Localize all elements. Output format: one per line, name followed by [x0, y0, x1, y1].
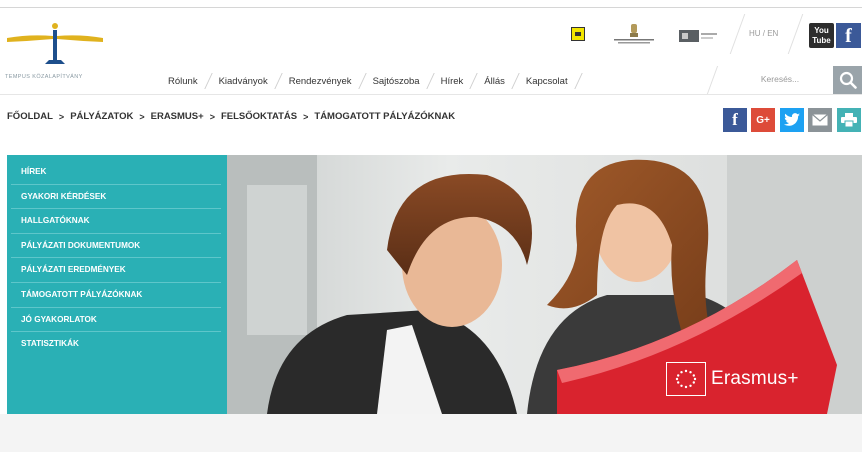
nav-item-kiadvanyok[interactable]: Kiadványok	[219, 76, 268, 87]
twitter-icon[interactable]	[780, 108, 804, 132]
logo-text: TEMPUS KÖZALAPÍTVÁNY	[5, 74, 83, 80]
youtube-icon[interactable]: You Tube	[809, 23, 834, 48]
search-icon	[839, 71, 857, 89]
ministry-logo-icon[interactable]	[679, 27, 719, 45]
google-plus-icon[interactable]: G+	[751, 108, 775, 132]
sidebar-item-palyazati-eredmenyek[interactable]: PÁLYÁZATI EREDMÉNYEK	[11, 258, 221, 283]
search-divider	[706, 66, 719, 94]
nav-divider	[203, 73, 213, 89]
breadcrumb-erasmus[interactable]: ERASMUS+	[151, 111, 204, 122]
language-switch[interactable]: HU / EN	[749, 29, 778, 38]
sidebar-item-gyakori-kerdesek[interactable]: GYAKORI KÉRDÉSEK	[11, 185, 221, 210]
breadcrumb-separator: >	[303, 111, 309, 122]
sidebar-item-jo-gyakorlatok[interactable]: JÓ GYAKORLATOK	[11, 308, 221, 333]
mail-icon[interactable]	[808, 108, 832, 132]
nav-divider	[357, 73, 367, 89]
nav-divider	[425, 73, 435, 89]
nav-divider	[573, 73, 583, 89]
nav-divider	[273, 73, 283, 89]
breadcrumb-separator: >	[209, 111, 215, 122]
sidebar-menu: HÍREK GYAKORI KÉRDÉSEK HALLGATÓKNAK PÁLY…	[7, 155, 227, 414]
lang-divider	[729, 14, 746, 54]
nav-item-rendezvenyek[interactable]: Rendezvények	[289, 76, 352, 87]
breadcrumb-palyazatok[interactable]: PÁLYÁZATOK	[70, 111, 133, 122]
nav-item-kapcsolat[interactable]: Kapcsolat	[526, 76, 568, 87]
erasmus-plus-logo: Erasmus+	[666, 362, 799, 396]
breadcrumb: FŐOLDAL > PÁLYÁZATOK > ERASMUS+ > FELSŐO…	[7, 111, 455, 122]
eu-flag-icon	[666, 362, 706, 396]
breadcrumb-current: TÁMOGATOTT PÁLYÁZÓKNAK	[314, 111, 456, 122]
tempus-logo[interactable]: TEMPUS KÖZALAPÍTVÁNY	[5, 20, 105, 80]
print-icon[interactable]	[837, 108, 861, 132]
facebook-icon[interactable]: f	[836, 23, 861, 48]
bmk-logo-icon[interactable]	[571, 27, 585, 41]
government-crest-icon[interactable]	[610, 24, 658, 46]
sidebar-item-hirek[interactable]: HÍREK	[11, 160, 221, 185]
nav-item-hirek[interactable]: Hírek	[441, 76, 464, 87]
nav-item-sajtoszoba[interactable]: Sajtószoba	[373, 76, 420, 87]
search-input[interactable]	[730, 68, 830, 90]
nav-item-allas[interactable]: Állás	[484, 76, 505, 87]
breadcrumb-felsooktatas[interactable]: FELSŐOKTATÁS	[221, 111, 297, 122]
erasmus-plus-label: Erasmus+	[711, 368, 799, 389]
breadcrumb-separator: >	[58, 111, 65, 122]
scales-logo-icon	[7, 23, 103, 64]
breadcrumb-home[interactable]: FŐOLDAL	[7, 111, 53, 122]
sidebar-item-palyazati-dokumentumok[interactable]: PÁLYÁZATI DOKUMENTUMOK	[11, 234, 221, 259]
nav-divider	[511, 73, 520, 89]
facebook-icon[interactable]: f	[723, 108, 747, 132]
lang-divider	[787, 14, 804, 54]
content-area	[0, 414, 862, 452]
main-nav: Rólunk Kiadványok Rendezvények Sajtószob…	[168, 73, 589, 89]
nav-divider	[469, 73, 479, 89]
top-divider	[0, 7, 862, 8]
sidebar-item-hallgatoknak[interactable]: HALLGATÓKNAK	[11, 209, 221, 234]
breadcrumb-separator: >	[139, 111, 145, 122]
nav-divider-line	[0, 94, 862, 95]
sidebar-item-statisztikak[interactable]: STATISZTIKÁK	[11, 332, 221, 357]
sidebar-item-tamogatott-palyazoknak[interactable]: TÁMOGATOTT PÁLYÁZÓKNAK	[11, 283, 221, 308]
nav-item-rolunk[interactable]: Rólunk	[168, 76, 198, 87]
search-button[interactable]	[833, 66, 862, 94]
